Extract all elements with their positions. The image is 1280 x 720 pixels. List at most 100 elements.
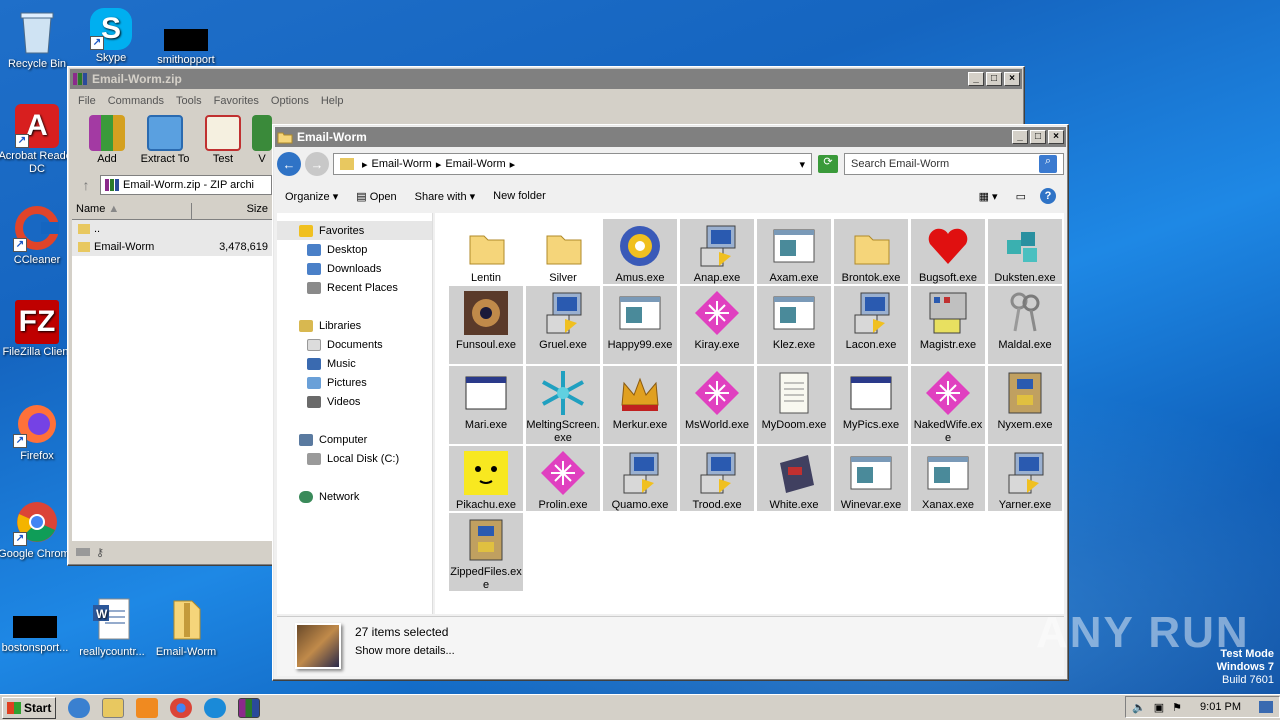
- ie-icon[interactable]: [68, 697, 90, 718]
- help-icon[interactable]: ?: [1040, 188, 1056, 204]
- search-icon[interactable]: ⌕: [1039, 155, 1057, 173]
- file-item[interactable]: Funsoul.exe: [449, 286, 523, 364]
- archive-path-field[interactable]: Email-Worm.zip - ZIP archi: [100, 175, 272, 195]
- explorer-taskbar-icon[interactable]: [102, 697, 124, 718]
- view-button[interactable]: V: [250, 115, 274, 165]
- winrar-titlebar[interactable]: Email-Worm.zip _ □ ×: [70, 69, 1022, 89]
- file-grid[interactable]: Lentin Silver Amus.exe Anap.exe Axam.exe Bron…: [435, 213, 1064, 614]
- refresh-icon[interactable]: ⟳: [818, 155, 838, 173]
- test-button[interactable]: Test: [192, 115, 254, 165]
- desktop-icon-ccleaner[interactable]: ↗ CCleaner: [0, 204, 77, 267]
- column-name[interactable]: Name ▲: [72, 203, 192, 219]
- file-item[interactable]: Silver: [526, 219, 600, 284]
- desktop-icon-chrome[interactable]: ↗ Google Chrome: [0, 498, 77, 561]
- navigation-pane[interactable]: Favorites Desktop Downloads Recent Place…: [277, 213, 433, 614]
- file-item[interactable]: MeltingScreen.exe: [526, 366, 600, 444]
- back-button[interactable]: ←: [277, 152, 301, 176]
- up-arrow-icon[interactable]: ↑: [72, 177, 100, 193]
- desktop-icon-smithopport[interactable]: smithopport: [146, 28, 226, 67]
- menu-file[interactable]: File: [72, 93, 102, 109]
- file-item[interactable]: Yarner.exe: [988, 446, 1062, 511]
- file-item[interactable]: MsWorld.exe: [680, 366, 754, 444]
- file-item[interactable]: Winevar.exe: [834, 446, 908, 511]
- desktop-icon-skype[interactable]: S ↗ Skype: [71, 8, 151, 65]
- address-bar[interactable]: ▸ Email-Worm ▸ Email-Worm ▸ ▾: [333, 153, 812, 175]
- add-button[interactable]: Add: [76, 115, 138, 165]
- file-item[interactable]: White.exe: [757, 446, 831, 511]
- file-item[interactable]: Trood.exe: [680, 446, 754, 511]
- column-size[interactable]: Size: [192, 203, 272, 219]
- show-desktop-icon[interactable]: [1259, 701, 1273, 713]
- close-button[interactable]: ×: [1048, 130, 1064, 144]
- file-item[interactable]: Anap.exe: [680, 219, 754, 284]
- file-item[interactable]: NakedWife.exe: [911, 366, 985, 444]
- menu-commands[interactable]: Commands: [102, 93, 170, 109]
- maximize-button[interactable]: □: [1030, 130, 1046, 144]
- nav-downloads[interactable]: Downloads: [277, 259, 432, 278]
- file-item[interactable]: Gruel.exe: [526, 286, 600, 364]
- file-item[interactable]: Pikachu.exe: [449, 446, 523, 511]
- file-item[interactable]: Merkur.exe: [603, 366, 677, 444]
- nav-desktop[interactable]: Desktop: [277, 240, 432, 259]
- edge-icon[interactable]: [204, 697, 226, 718]
- new-folder-button[interactable]: New folder: [493, 190, 546, 202]
- desktop-icon-firefox[interactable]: ↗ Firefox: [0, 400, 77, 463]
- volume-icon[interactable]: 🔈: [1132, 701, 1146, 714]
- file-item[interactable]: Xanax.exe: [911, 446, 985, 511]
- nav-pictures[interactable]: Pictures: [277, 373, 432, 392]
- search-input[interactable]: Search Email-Worm ⌕: [844, 153, 1064, 175]
- extract-to-button[interactable]: Extract To: [134, 115, 196, 165]
- file-item[interactable]: Maldal.exe: [988, 286, 1062, 364]
- clock[interactable]: 9:01 PM: [1200, 701, 1241, 713]
- file-item[interactable]: MyPics.exe: [834, 366, 908, 444]
- chevron-down-icon[interactable]: ▾: [799, 158, 805, 171]
- menu-options[interactable]: Options: [265, 93, 315, 109]
- nav-network[interactable]: Network: [277, 487, 432, 506]
- menu-help[interactable]: Help: [315, 93, 350, 109]
- breadcrumb-email-worm-2[interactable]: Email-Worm: [445, 158, 505, 170]
- file-item[interactable]: Lentin: [449, 219, 523, 284]
- maximize-button[interactable]: □: [986, 72, 1002, 86]
- file-item[interactable]: ZippedFiles.exe: [449, 513, 523, 591]
- desktop-icon-bostonsport[interactable]: bostonsport...: [0, 614, 75, 655]
- file-item[interactable]: Happy99.exe: [603, 286, 677, 364]
- file-item[interactable]: Amus.exe: [603, 219, 677, 284]
- menu-tools[interactable]: Tools: [170, 93, 208, 109]
- desktop-icon-email-worm[interactable]: Email-Worm: [146, 596, 226, 659]
- media-player-icon[interactable]: [136, 697, 158, 718]
- nav-local-disk[interactable]: Local Disk (C:): [277, 449, 432, 468]
- share-with-button[interactable]: Share with ▾: [415, 190, 476, 203]
- forward-button[interactable]: →: [305, 152, 329, 176]
- open-button[interactable]: ▤ Open: [356, 190, 396, 203]
- desktop-icon-recycle-bin[interactable]: Recycle Bin: [0, 8, 77, 71]
- file-item[interactable]: Axam.exe: [757, 219, 831, 284]
- winrar-taskbar-icon[interactable]: [238, 697, 260, 718]
- minimize-button[interactable]: _: [1012, 130, 1028, 144]
- menu-favorites[interactable]: Favorites: [208, 93, 265, 109]
- file-item[interactable]: Quamo.exe: [603, 446, 677, 511]
- desktop-icon-filezilla[interactable]: FZ FileZilla Client: [0, 300, 77, 359]
- organize-button[interactable]: Organize ▾: [285, 190, 338, 203]
- nav-recent-places[interactable]: Recent Places: [277, 278, 432, 297]
- nav-computer[interactable]: Computer: [277, 430, 432, 449]
- winrar-file-list[interactable]: Name ▲ Size .. Email-Worm 3,478,619: [72, 203, 272, 541]
- nav-music[interactable]: Music: [277, 354, 432, 373]
- file-item[interactable]: Prolin.exe: [526, 446, 600, 511]
- nav-libraries[interactable]: Libraries: [277, 316, 432, 335]
- close-button[interactable]: ×: [1004, 72, 1020, 86]
- desktop-icon-reallycountr[interactable]: W reallycountr...: [72, 596, 152, 659]
- table-row[interactable]: Email-Worm 3,478,619: [72, 238, 272, 256]
- explorer-titlebar[interactable]: Email-Worm _ □ ×: [275, 127, 1066, 147]
- view-options-icon[interactable]: ▦ ▾: [979, 190, 998, 203]
- network-tray-icon[interactable]: ▣: [1154, 701, 1164, 714]
- file-item[interactable]: MyDoom.exe: [757, 366, 831, 444]
- file-item[interactable]: Kiray.exe: [680, 286, 754, 364]
- explorer-window[interactable]: Email-Worm _ □ × ← → ▸ Email-Worm ▸ Email-…: [272, 124, 1069, 681]
- nav-documents[interactable]: Documents: [277, 335, 432, 354]
- table-row[interactable]: ..: [72, 220, 272, 238]
- flag-icon[interactable]: ⚑: [1172, 701, 1182, 714]
- file-item[interactable]: Duksten.exe: [988, 219, 1062, 284]
- file-item[interactable]: Bugsoft.exe: [911, 219, 985, 284]
- nav-favorites[interactable]: Favorites: [277, 221, 432, 240]
- nav-videos[interactable]: Videos: [277, 392, 432, 411]
